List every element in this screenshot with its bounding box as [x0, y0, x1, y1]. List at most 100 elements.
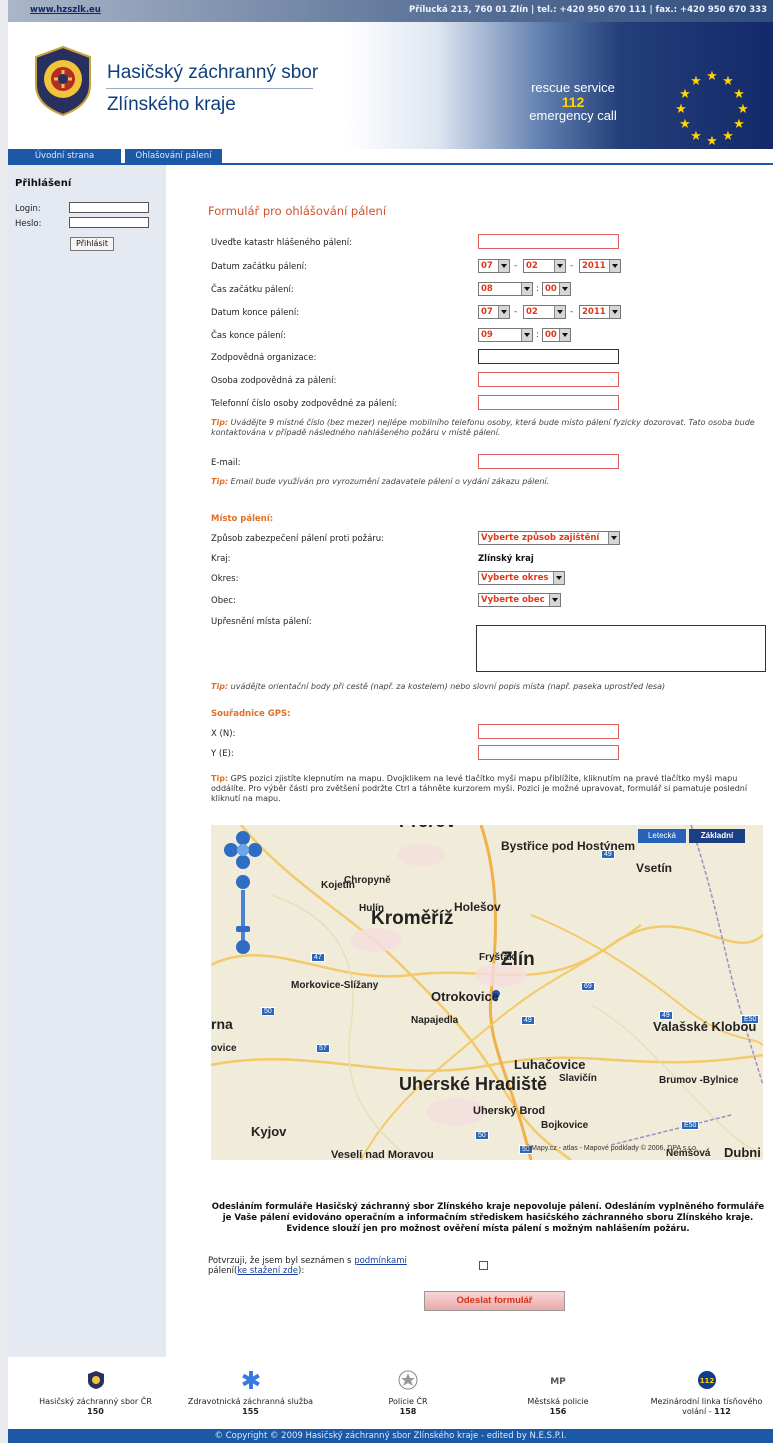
- rescue-112-block: rescue service 112 emergency call: [508, 81, 638, 123]
- terms-checkbox[interactable]: [479, 1261, 488, 1270]
- start-date-label: Datum začátku pálení:: [211, 262, 307, 272]
- footer-ems[interactable]: Zdravotnická záchranná služba 155: [178, 1370, 323, 1417]
- map-road-number: 57: [316, 1044, 330, 1053]
- map-view[interactable]: Letecká Základní Přerov Bystřice pod Host…: [211, 825, 763, 1160]
- login-label: Login:: [15, 204, 41, 214]
- end-date-label: Datum konce pálení:: [211, 308, 300, 318]
- map-city-label: Slavičín: [559, 1073, 597, 1084]
- rescue-number: 112: [561, 94, 585, 110]
- phone-input[interactable]: [478, 395, 619, 410]
- start-month-select[interactable]: 02: [523, 259, 566, 273]
- password-input[interactable]: [69, 217, 149, 228]
- start-year-select[interactable]: 2011: [579, 259, 621, 273]
- top-nav: Úvodní strana Ohlašování pálení: [8, 149, 773, 163]
- map-city-label: Morkovice-Slížany: [291, 980, 379, 991]
- security-select[interactable]: Vyberte způsob zajištění: [478, 531, 620, 545]
- org-title-line1: Hasičský záchranný sbor: [107, 62, 319, 83]
- email-input[interactable]: [478, 454, 619, 469]
- password-label: Heslo:: [15, 219, 42, 229]
- map-city-label: Kyjov: [251, 1124, 287, 1139]
- gps-y-label: Y (E):: [211, 749, 234, 759]
- end-year-select[interactable]: 2011: [579, 305, 621, 319]
- person-input[interactable]: [478, 372, 619, 387]
- start-day-select[interactable]: 07: [478, 259, 510, 273]
- map-road-number: 47: [311, 953, 325, 962]
- start-hour-select[interactable]: 08: [478, 282, 533, 296]
- svg-text:★: ★: [722, 129, 734, 144]
- organization-input[interactable]: [478, 349, 619, 364]
- submit-button[interactable]: Odeslat formulář: [424, 1291, 565, 1311]
- gps-x-input[interactable]: [478, 724, 619, 739]
- login-button[interactable]: Přihlásit: [70, 237, 114, 251]
- map-city-label: Bystřice pod Hostýnem: [501, 839, 636, 853]
- svg-text:MP: MP: [550, 1377, 566, 1387]
- nav-burning-report[interactable]: Ohlašování pálení: [125, 149, 222, 163]
- cadastre-label: Uveďte katastr hlášeného pálení:: [211, 238, 352, 248]
- terms-link[interactable]: podmínkami: [354, 1256, 407, 1266]
- map-road-number: E50: [741, 1015, 760, 1024]
- footer-112[interactable]: 112 Mezinárodní linka tísňového volání -…: [644, 1370, 769, 1417]
- nav-home[interactable]: Úvodní strana: [8, 149, 121, 163]
- end-minute-select[interactable]: 00: [542, 328, 571, 342]
- map-basic-button[interactable]: Základní: [689, 829, 745, 843]
- map-zoom-control[interactable]: [223, 830, 263, 955]
- map-city-label: Bojkovice: [541, 1120, 589, 1131]
- map-city-label: Zlín: [501, 949, 535, 970]
- map-city-label: Přerov: [399, 825, 456, 832]
- map-city-label: rna: [211, 1016, 233, 1032]
- form-title: Formulář pro ohlášování pálení: [208, 204, 387, 218]
- gps-tip: Tip: GPS pozici zjistíte klepnutím na ma…: [211, 774, 748, 803]
- map-road-number: 50: [475, 1131, 489, 1140]
- end-day-select[interactable]: 07: [478, 305, 510, 319]
- 112-emergency-icon: 112: [697, 1371, 716, 1389]
- terms-confirmation: Potvrzuji, že jsem byl seznámen s podmín…: [208, 1256, 407, 1276]
- region-value: Zlínský kraj: [478, 554, 534, 564]
- phone-label: Telefonní číslo osoby zodpovědné za pále…: [211, 399, 398, 409]
- map-road-number: 49: [659, 1011, 673, 1020]
- map-road-number: 49: [601, 850, 615, 859]
- footer-city-police[interactable]: MP Městská policie 156: [488, 1370, 628, 1417]
- svg-text:★: ★: [675, 102, 687, 117]
- person-label: Osoba zodpovědná za pálení:: [211, 376, 337, 386]
- date-separator: -: [514, 261, 518, 271]
- start-minute-select[interactable]: 00: [542, 282, 571, 296]
- map-city-label: Uherský Brod: [473, 1105, 546, 1117]
- map-city-label: Otrokovice: [431, 989, 499, 1004]
- login-title: Přihlášení: [15, 178, 72, 189]
- end-hour-select[interactable]: 09: [478, 328, 533, 342]
- top-strip: www.hzszlk.eu Přílucká 213, 760 01 Zlín …: [8, 0, 773, 22]
- municipality-select[interactable]: Vyberte obec: [478, 593, 561, 607]
- footer-police[interactable]: Policie ČR 158: [348, 1370, 468, 1417]
- map-road-number: 69: [581, 982, 595, 991]
- municipal-police-icon: MP: [550, 1377, 566, 1387]
- map-city-label: Uherské Hradiště: [399, 1074, 548, 1094]
- place-section-title: Místo pálení:: [211, 514, 274, 524]
- header-banner: Hasičský záchranný sbor Zlínského kraje …: [8, 22, 773, 149]
- end-time-label: Čas konce pálení:: [211, 331, 286, 341]
- map-city-label: Kroměříž: [371, 908, 454, 929]
- svg-text:★: ★: [706, 69, 718, 84]
- login-input[interactable]: [69, 202, 149, 213]
- download-link[interactable]: ke stažení zde: [237, 1266, 298, 1276]
- title-divider: [106, 88, 313, 89]
- district-select[interactable]: Vyberte okres: [478, 571, 565, 585]
- date-separator: -: [514, 307, 518, 317]
- map-city-label: Dubni: [724, 1145, 761, 1160]
- firefighter-badge-icon: [87, 1371, 104, 1389]
- security-label: Způsob zabezpečení pálení proti požáru:: [211, 534, 385, 544]
- svg-text:★: ★: [690, 74, 702, 89]
- time-separator: :: [536, 330, 539, 340]
- cadastre-input[interactable]: [478, 234, 619, 249]
- region-label: Kraj:: [211, 554, 231, 564]
- place-detail-textarea[interactable]: [476, 625, 766, 672]
- map-aerial-button[interactable]: Letecká: [638, 829, 686, 843]
- map-city-label: Luhačovice: [514, 1057, 586, 1072]
- site-link[interactable]: www.hzszlk.eu: [30, 5, 101, 15]
- end-month-select[interactable]: 02: [523, 305, 566, 319]
- municipality-label: Obec:: [211, 596, 236, 606]
- map-city-label: Brumov -Bylnice: [659, 1075, 739, 1086]
- phone-tip: Tip: Uvádějte 9 místné číslo (bez mezer)…: [211, 418, 755, 437]
- contact-address: Přílucká 213, 760 01 Zlín | tel.: +420 9…: [409, 5, 767, 15]
- gps-y-input[interactable]: [478, 745, 619, 760]
- footer-hzs[interactable]: Hasičský záchranný sbor ČR 150: [8, 1370, 183, 1417]
